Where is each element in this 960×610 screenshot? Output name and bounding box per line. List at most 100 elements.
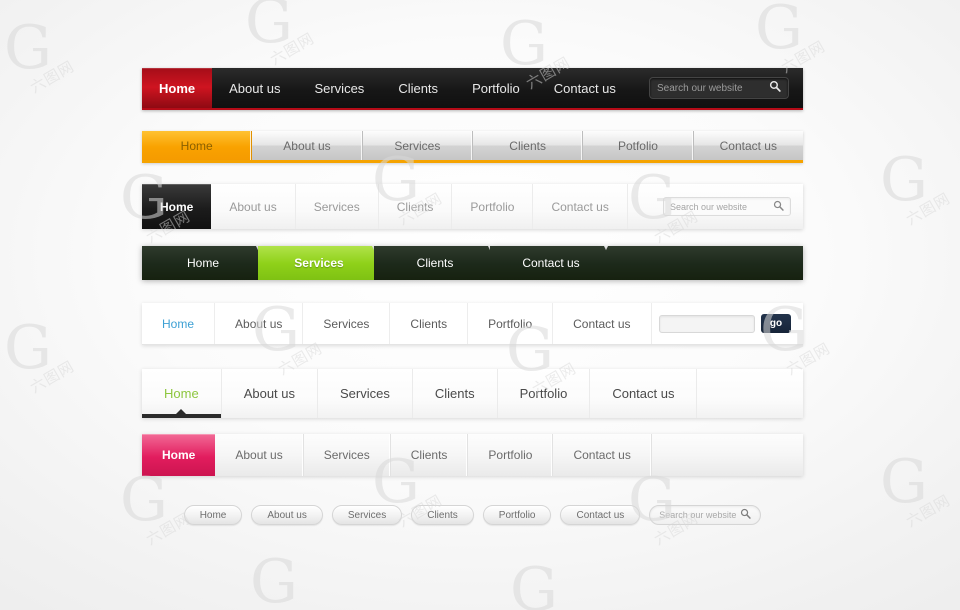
nav-item-label: Clients	[410, 448, 448, 462]
nav-item-portfolio[interactable]: Potfolio	[583, 131, 694, 160]
nav-item-label: Home	[162, 316, 195, 331]
nav-item-portfolio[interactable]: Portfolio	[452, 184, 534, 229]
nav-item-label: Services	[314, 80, 365, 96]
search-icon[interactable]	[769, 79, 781, 97]
nav-item-portfolio[interactable]: Portfolio	[455, 68, 537, 108]
nav-item-home[interactable]: Home	[183, 505, 243, 525]
nav-spacer	[592, 246, 803, 280]
nav-item-about-us[interactable]: About us	[212, 68, 297, 108]
search-icon[interactable]	[773, 198, 784, 216]
nav-item-contact-us[interactable]: Contact us	[560, 505, 641, 525]
nav-item-label: Clients	[410, 316, 448, 331]
watermark-text: 六图网	[902, 491, 954, 531]
nav-item-contact-us[interactable]: Contact us	[553, 303, 652, 344]
nav-item-label: Home	[164, 386, 199, 401]
nav-item-contact-us[interactable]: Contact us	[537, 68, 633, 108]
nav-item-services[interactable]: Services	[258, 246, 388, 280]
nav-item-home[interactable]: Home	[142, 131, 253, 160]
go-button[interactable]: go	[761, 314, 791, 333]
nav-item-services[interactable]: Services	[297, 68, 381, 108]
caret-up-icon	[176, 409, 187, 414]
nav-item-portfolio[interactable]: Portfolio	[468, 303, 554, 344]
nav-item-portfolio[interactable]: Portfolio	[468, 434, 554, 476]
nav-item-about-us[interactable]: About us	[251, 505, 323, 525]
nav-item-about-us[interactable]: About us	[222, 369, 319, 418]
nav-item-label: Potfolio	[617, 138, 658, 153]
nav-item-label: Clients	[427, 509, 458, 521]
nav-item-label: About us	[243, 386, 296, 401]
nav-item-label: About us	[283, 138, 331, 153]
nav-item-clients[interactable]: Clients	[391, 434, 469, 476]
nav-item-home[interactable]: Home	[142, 369, 222, 418]
nav-item-contact-us[interactable]: Contact us	[533, 184, 628, 229]
pill-navbar: Home About us Services Clients Portfolio…	[142, 497, 803, 533]
nav-item-label: Home	[162, 448, 196, 462]
nav-item-label: Contact us	[576, 509, 625, 521]
nav-item-clients[interactable]: Clients	[473, 131, 584, 160]
watermark-text: 六图网	[26, 357, 78, 397]
search-input[interactable]: Search our website	[663, 197, 791, 216]
nav-item-label: Portfolio	[488, 316, 533, 331]
nav-item-label: Home	[160, 199, 194, 214]
white-blue-navbar: Home About us Services Clients Portfolio…	[142, 303, 803, 345]
nav-item-about-us[interactable]: About us	[215, 434, 304, 476]
nav-item-about-us[interactable]: About us	[215, 303, 304, 344]
green-underline-navbar: Home About us Services Clients Portfolio…	[142, 369, 803, 418]
nav-item-about-us[interactable]: About us	[211, 184, 296, 229]
nav-item-label: Clients	[398, 80, 439, 96]
nav-item-clients[interactable]: Clients	[374, 246, 504, 280]
nav-item-contact-us[interactable]: Contact us	[590, 369, 698, 418]
search-icon[interactable]	[740, 506, 751, 524]
nav-item-services[interactable]: Services	[363, 131, 473, 160]
nav-item-label: Portfolio	[498, 509, 536, 521]
nav-item-services[interactable]: Services	[296, 184, 379, 229]
watermark-text: 六图网	[902, 189, 954, 229]
nav-item-label: Home	[186, 256, 219, 270]
watermark-glyph: G	[4, 13, 52, 83]
search-input[interactable]: Search our website	[649, 77, 789, 99]
nav-item-about-us[interactable]: About us	[252, 131, 363, 160]
nav-item-services[interactable]: Services	[331, 505, 403, 525]
nav-item-label: Home	[159, 80, 196, 96]
nav-item-label: Contact us	[553, 80, 616, 96]
nav-item-contact-us[interactable]: Contact us	[553, 434, 652, 476]
nav-item-contact-us[interactable]: Contact us	[694, 131, 803, 160]
nav-item-label: Clients	[434, 386, 475, 401]
nav-item-label: Home	[180, 138, 213, 153]
orange-navbar: Home About us Services Clients Potfolio …	[142, 131, 803, 163]
nav-item-portfolio[interactable]: Portfolio	[498, 369, 591, 418]
watermark-glyph: G	[4, 313, 52, 383]
nav-item-label: About us	[267, 509, 307, 521]
nav-item-home[interactable]: Home	[142, 184, 212, 229]
nav-item-clients[interactable]: Clients	[381, 68, 455, 108]
nav-item-home[interactable]: Home	[142, 246, 272, 280]
nav-item-services[interactable]: Services	[303, 303, 391, 344]
nav-item-home[interactable]: Home	[142, 303, 216, 344]
nav-item-clients[interactable]: Clients	[379, 184, 453, 229]
nav-item-label: Services	[347, 509, 387, 521]
watermark-text: 六图网	[26, 57, 78, 97]
nav-item-home[interactable]: Home	[142, 434, 216, 476]
nav-item-label: Contact us	[719, 138, 777, 153]
nav-item-clients[interactable]: Clients	[413, 369, 498, 418]
search-input[interactable]	[659, 314, 755, 333]
nav-item-label: Contact us	[612, 386, 675, 401]
nav-item-clients[interactable]: Clients	[411, 505, 474, 525]
light-black-tab-navbar: Home About us Services Clients Portfolio…	[142, 184, 803, 229]
nav-item-services[interactable]: Services	[318, 369, 413, 418]
watermark-glyph: G	[880, 145, 928, 215]
nav-item-label: Services	[294, 256, 344, 270]
nav-item-portfolio[interactable]: Portfolio	[482, 505, 552, 525]
nav-item-services[interactable]: Services	[304, 434, 391, 476]
nav-item-label: Services	[340, 386, 390, 401]
search-input[interactable]: Search our website	[649, 505, 762, 525]
nav-item-label: Services	[313, 199, 360, 214]
watermark-glyph: G	[880, 447, 928, 517]
nav-item-home[interactable]: Home	[142, 68, 213, 108]
search-placeholder: Search our website	[657, 82, 743, 94]
nav-item-clients[interactable]: Clients	[390, 303, 469, 344]
nav-item-label: Clients	[396, 199, 434, 214]
